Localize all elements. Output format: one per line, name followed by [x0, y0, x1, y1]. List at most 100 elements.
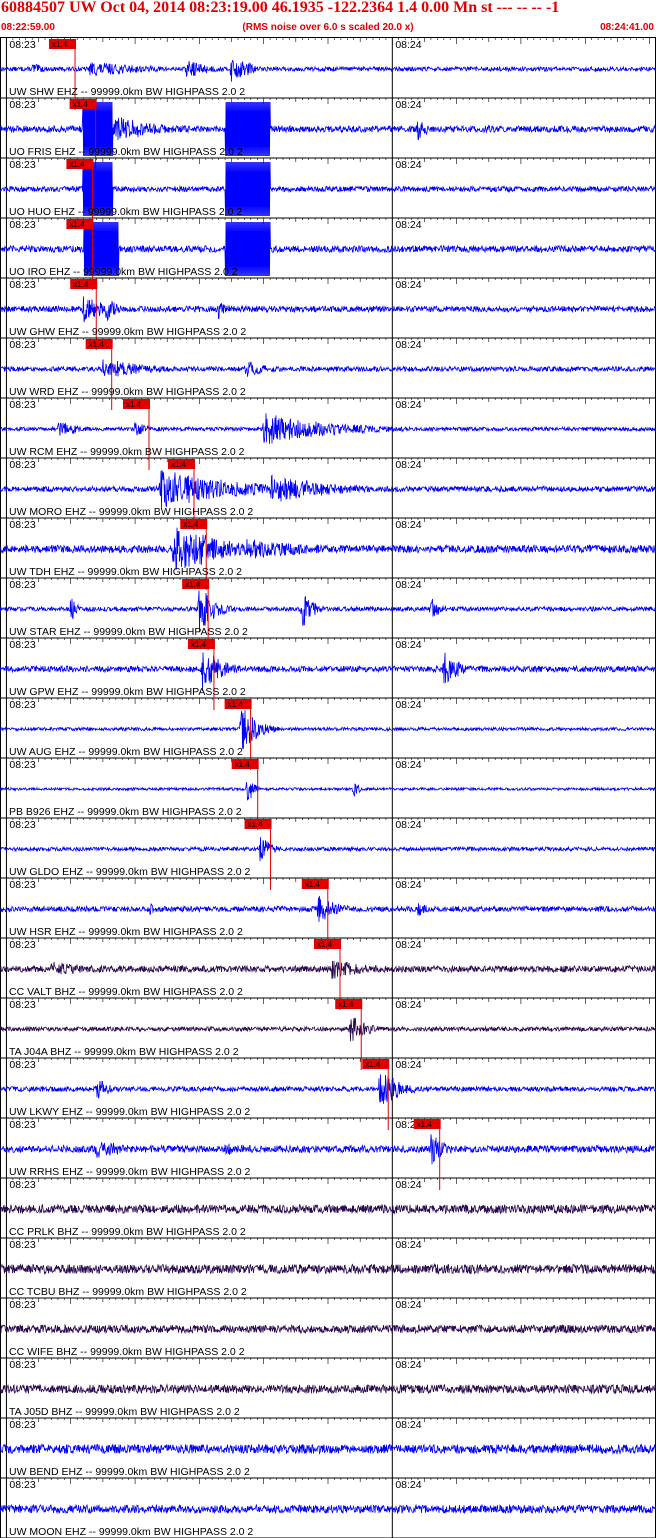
channel-label: UW MOON EHZ -- 99999.0km BW HIGHPASS 2.0…: [9, 1526, 253, 1538]
time-tick-label: 08:23: [9, 579, 35, 591]
time-tick-label: 08:24: [395, 1239, 421, 1251]
channel-label: CC PRLK BHZ -- 99999.0km BW HIGHPASS 2.0…: [9, 1226, 246, 1238]
time-tick-label: 08:24: [395, 1299, 421, 1311]
waveform-trace: [0, 296, 656, 323]
channel-label: UW WRD EHZ -- 99999.0km BW HIGHPASS 2.0 …: [9, 386, 246, 398]
second-ticks: [0, 698, 656, 704]
time-tick-label: 08:23: [9, 1059, 35, 1071]
channel-label: UW RRHS EHZ -- 99999.0km BW HIGHPASS 2.0…: [9, 1166, 251, 1178]
time-tick-label: 08:23: [9, 99, 35, 111]
channel-label: PB B926 EHZ -- 99999.0km BW HIGHPASS 2.0…: [9, 806, 242, 818]
time-tick-label: 08:24: [395, 219, 421, 231]
pick-scale-label: x1.4: [338, 1000, 354, 1009]
time-tick-label: 08:24: [395, 99, 421, 111]
waveform-trace: [0, 960, 656, 980]
second-ticks: [0, 1238, 656, 1244]
time-tick-label: 08:23: [9, 39, 35, 51]
channel-label: TA J05D BHZ -- 99999.0km BW HIGHPASS 2.0…: [9, 1406, 240, 1418]
time-tick-label: 08:23: [9, 1239, 35, 1251]
time-tick-label: 08:23: [9, 1419, 35, 1431]
waveform-trace: [0, 1323, 656, 1335]
time-tick-label: 08:23: [9, 879, 35, 891]
pick-scale-label: x1.4: [69, 160, 85, 169]
channel-label: CC VALT BHZ -- 99999.0km BW HIGHPASS 2.0…: [9, 986, 243, 998]
pick-scale-label: x1.4: [126, 400, 142, 409]
channel-label: CC TCBU BHZ -- 99999.0km BW HIGHPASS 2.0…: [9, 1286, 247, 1298]
second-ticks: [0, 458, 656, 464]
waveform-trace: [0, 1262, 656, 1276]
time-tick-label: 08:23: [9, 1179, 35, 1191]
time-tick-label: 08:24: [395, 519, 421, 531]
waveform-trace: [0, 1442, 656, 1455]
time-tick-label: 08:24: [395, 1419, 421, 1431]
time-tick-label: 08:23: [9, 1479, 35, 1491]
second-ticks: [0, 638, 656, 644]
time-tick-label: 08:23: [9, 459, 35, 471]
pick-scale-label: x1.4: [73, 280, 89, 289]
waveform-trace: [0, 782, 656, 801]
channel-label: TA J04A BHZ -- 99999.0km BW HIGHPASS 2.0…: [9, 1046, 239, 1058]
pick-scale-label: x1.4: [52, 40, 68, 49]
pick-scale-label: x1.4: [228, 700, 244, 709]
channel-label: UW BEND EHZ -- 99999.0km BW HIGHPASS 2.0…: [9, 1466, 250, 1478]
time-tick-label: 08:23: [9, 399, 35, 411]
second-ticks: [0, 1298, 656, 1304]
pick-scale-label: x1.4: [305, 880, 321, 889]
waveform-trace: [0, 1074, 656, 1104]
channel-label: UW RCM EHZ -- 99999.0km BW HIGHPASS 2.0 …: [9, 446, 245, 458]
waveform-trace: [0, 1203, 656, 1215]
time-tick-label: 08:24: [395, 339, 421, 351]
pick-scale-label: x1.4: [183, 520, 199, 529]
second-ticks: [0, 758, 656, 764]
time-tick-label: 08:23: [9, 219, 35, 231]
time-tick-label: 08:23: [9, 1359, 35, 1371]
time-tick-label: 08:23: [9, 759, 35, 771]
channel-label: UW GLDO EHZ -- 99999.0km BW HIGHPASS 2.0…: [9, 866, 251, 878]
time-tick-label: 08:24: [395, 939, 421, 951]
second-ticks: [0, 578, 656, 584]
second-ticks: [0, 278, 656, 284]
channel-label: UW GPW EHZ -- 99999.0km BW HIGHPASS 2.0 …: [9, 686, 246, 698]
time-tick-label: 08:23: [9, 939, 35, 951]
time-tick-label: 08:24: [395, 1359, 421, 1371]
time-tick-label: 08:23: [9, 699, 35, 711]
time-tick-label: 08:23: [9, 639, 35, 651]
second-ticks: [0, 398, 656, 404]
channel-label: UO FRIS EHZ -- 99999.0km BW HIGHPASS 2.0…: [9, 146, 243, 158]
pick-scale-label: x1.4: [185, 580, 201, 589]
time-tick-label: 08:23: [9, 999, 35, 1011]
second-ticks: [0, 1178, 656, 1184]
seismogram-chart: 08:23 08:24 x1.4 UW SHW EHZ -- 99999.0km BW…: [0, 37, 656, 1538]
time-tick-label: 08:24: [395, 819, 421, 831]
time-tick-label: 08:24: [395, 1179, 421, 1191]
channel-label: UO IRO EHZ -- 99999.0km BW HIGHPASS 2.0 …: [9, 266, 238, 278]
time-tick-label: 08:24: [395, 1059, 421, 1071]
time-tick-label: 08:24: [395, 999, 421, 1011]
channel-label: UW SHW EHZ -- 99999.0km BW HIGHPASS 2.0 …: [9, 86, 245, 98]
second-ticks: [0, 1058, 656, 1064]
second-ticks: [0, 818, 656, 824]
pick-scale-label: x1.4: [171, 460, 187, 469]
time-tick-label: 08:24: [395, 879, 421, 891]
time-tick-label: 08:23: [9, 159, 35, 171]
channel-label: UW LKWY EHZ -- 99999.0km BW HIGHPASS 2.0…: [9, 1106, 250, 1118]
pick-scale-label: x1.4: [73, 100, 89, 109]
second-ticks: [0, 1418, 656, 1424]
time-tick-label: 08:24: [395, 39, 421, 51]
channel-label: UW HSR EHZ -- 99999.0km BW HIGHPASS 2.0 …: [9, 926, 243, 938]
second-ticks: [0, 38, 656, 44]
time-tick-label: 08:24: [395, 399, 421, 411]
time-tick-label: 08:24: [395, 459, 421, 471]
waveform-trace: [0, 1134, 656, 1165]
channel-label: UW AUG EHZ -- 99999.0km BW HIGHPASS 2.0 …: [9, 746, 243, 758]
time-tick-label: 08:23: [9, 519, 35, 531]
second-ticks: [0, 1118, 656, 1124]
time-tick-label: 08:24: [395, 159, 421, 171]
waveform-trace: [0, 470, 656, 509]
waveform-trace: [0, 1383, 656, 1395]
second-ticks: [0, 998, 656, 1004]
waveform-trace: [0, 359, 656, 377]
pick-scale-label: x1.4: [191, 640, 207, 649]
pick-scale-label: x1.4: [235, 760, 251, 769]
time-tick-label: 08:23: [9, 1119, 35, 1131]
